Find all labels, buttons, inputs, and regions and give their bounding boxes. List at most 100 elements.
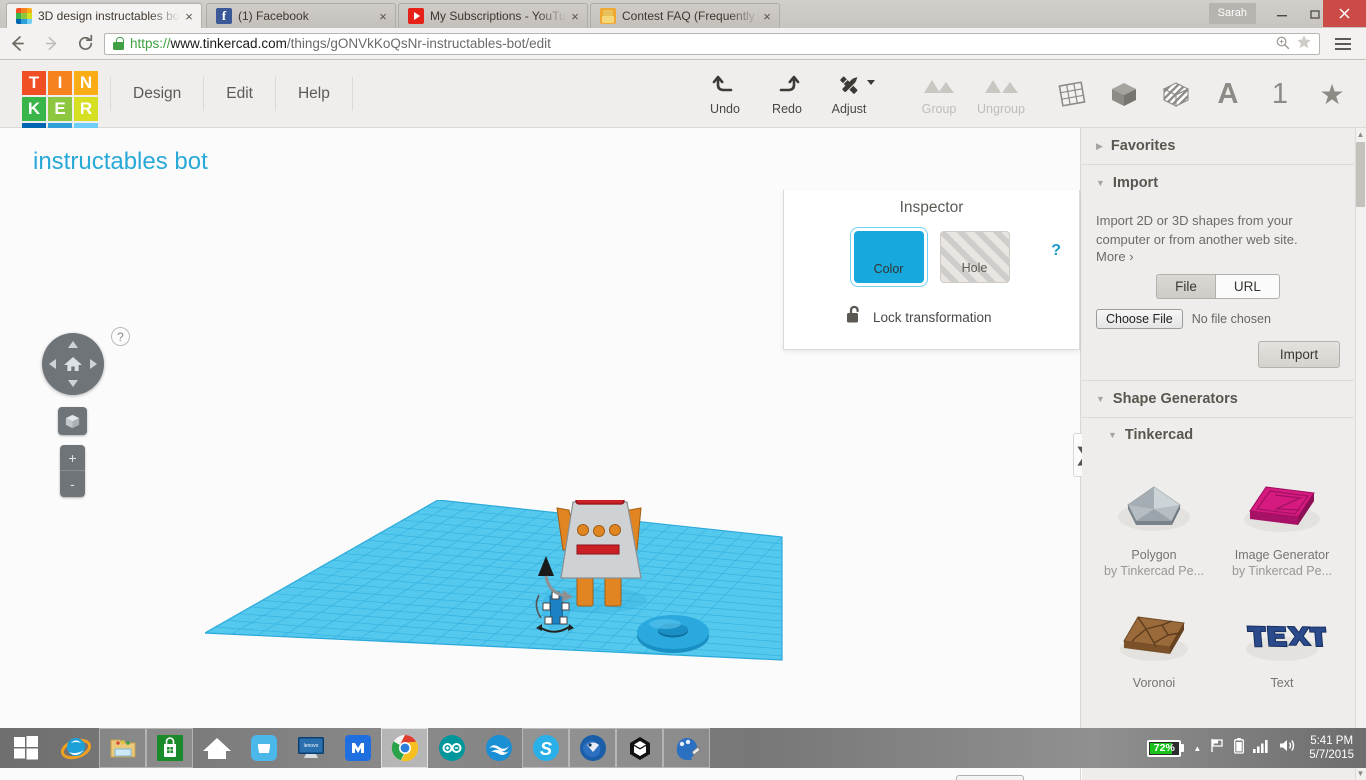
color-swatch[interactable]: Color	[850, 228, 927, 286]
workplane[interactable]	[202, 461, 785, 696]
sidebar-section-shape-generators[interactable]: ▼ Shape Generators	[1082, 380, 1354, 418]
maxthon-icon[interactable]	[334, 728, 381, 768]
battery-percent-indicator[interactable]: 72%	[1147, 739, 1185, 757]
paint-icon[interactable]	[663, 728, 710, 768]
logo-cell: K	[22, 97, 46, 121]
tab-close-button[interactable]: ×	[567, 10, 583, 23]
menu-item-design[interactable]: Design	[110, 77, 205, 111]
shape-generator-item[interactable]: Image Generator by Tinkercad Pe...	[1218, 456, 1346, 584]
home-icon[interactable]	[193, 728, 240, 768]
group-button[interactable]: Group	[908, 72, 970, 116]
generator-name: Image Generator	[1234, 548, 1330, 562]
libreoffice-icon[interactable]	[475, 728, 522, 768]
arrow-right-icon[interactable]	[90, 359, 97, 369]
choose-file-button[interactable]: Choose File	[1096, 309, 1183, 329]
import-tab-file[interactable]: File	[1156, 274, 1215, 299]
instructables-icon	[600, 8, 616, 24]
voronoi-icon	[1094, 594, 1214, 672]
edit-toolbar: Undo Redo Adjust Group Ungroup	[694, 72, 1032, 116]
inspector-help-button[interactable]: ?	[1051, 242, 1061, 260]
shape-generator-group-tinkercad[interactable]: ▼ Tinkercad	[1082, 418, 1354, 452]
tab-strip: 3D design instructables bo × f (1) Faceb…	[0, 0, 1366, 28]
view-navigation-disk[interactable]	[42, 333, 104, 395]
home-icon[interactable]	[63, 354, 83, 374]
scrollbar-thumb[interactable]	[1356, 142, 1365, 207]
arrow-down-icon[interactable]	[68, 380, 78, 387]
tab-close-button[interactable]: ×	[375, 10, 391, 23]
arduino-icon[interactable]	[428, 728, 475, 768]
internet-explorer-icon[interactable]	[52, 728, 99, 768]
windows-taskbar: lenovo S 72% ▲ 5:41 PM 5/7/2015	[0, 728, 1366, 768]
speaker-icon[interactable]	[1279, 738, 1296, 758]
unity-icon[interactable]	[616, 728, 663, 768]
windows-store-icon[interactable]	[146, 728, 193, 768]
sidebar-section-favorites[interactable]: ▶ Favorites	[1082, 128, 1354, 165]
lock-transformation-row[interactable]: Lock transformation	[846, 305, 1079, 329]
workplane-grid-icon[interactable]	[1054, 74, 1090, 114]
hole-swatch[interactable]: Hole	[939, 231, 1010, 283]
star-icon[interactable]	[1293, 34, 1315, 53]
file-explorer-icon[interactable]	[99, 728, 146, 768]
lenovo-icon[interactable]: lenovo	[287, 728, 334, 768]
thunderbird-icon[interactable]	[569, 728, 616, 768]
menu-item-help[interactable]: Help	[276, 77, 353, 111]
text-a-icon[interactable]: A	[1210, 74, 1246, 114]
view-help-button[interactable]: ?	[111, 327, 130, 346]
hamburger-menu-icon[interactable]	[1326, 28, 1360, 60]
scroll-down-arrow-icon[interactable]: ▼	[1356, 769, 1365, 778]
shape-generator-item[interactable]: Text	[1218, 584, 1346, 696]
fit-to-view-cube-icon[interactable]	[58, 407, 87, 435]
window-minimize-button[interactable]	[1265, 0, 1298, 27]
back-arrow-icon[interactable]	[0, 28, 34, 60]
undo-button[interactable]: Undo	[694, 72, 756, 116]
shape-generator-item[interactable]: Polygon by Tinkercad Pe...	[1090, 456, 1218, 584]
open-padlock-icon	[846, 305, 863, 329]
profile-chip[interactable]: Sarah	[1208, 3, 1256, 24]
browser-tab-1[interactable]: f (1) Facebook ×	[206, 3, 396, 28]
shape-generator-item[interactable]: Voronoi	[1090, 584, 1218, 696]
skype-icon[interactable]: S	[522, 728, 569, 768]
browser-tab-0[interactable]: 3D design instructables bo ×	[6, 3, 202, 28]
browser-tab-2[interactable]: My Subscriptions - YouTu ×	[398, 3, 588, 28]
window-close-button[interactable]	[1323, 0, 1366, 27]
solid-cube-icon[interactable]	[1106, 74, 1142, 114]
hole-cube-icon[interactable]	[1158, 74, 1194, 114]
redo-button[interactable]: Redo	[756, 72, 818, 116]
import-body: Import 2D or 3D shapes from your compute…	[1082, 201, 1354, 380]
import-tab-url[interactable]: URL	[1214, 274, 1280, 299]
tab-close-button[interactable]: ×	[181, 10, 197, 23]
edit-grid-button[interactable]: Edit grid	[956, 775, 1024, 780]
chevron-down-icon[interactable]	[867, 80, 875, 85]
wifi-bars-icon[interactable]	[1253, 738, 1270, 758]
zoom-controls[interactable]: + -	[60, 445, 85, 497]
arrow-left-icon[interactable]	[49, 359, 56, 369]
arrow-up-icon[interactable]	[68, 341, 78, 348]
torus-object	[637, 615, 709, 653]
shopping-bag-icon[interactable]	[240, 728, 287, 768]
forward-arrow-icon[interactable]	[34, 28, 68, 60]
sidebar-scrollbar[interactable]: ▲ ▼	[1355, 128, 1366, 780]
adjust-button[interactable]: Adjust	[818, 72, 880, 116]
clock[interactable]: 5:41 PM 5/7/2015	[1305, 734, 1358, 762]
ungroup-button[interactable]: Ungroup	[970, 72, 1032, 116]
show-hidden-icons-arrow[interactable]: ▲	[1193, 744, 1201, 753]
import-more-link[interactable]: More ›	[1096, 249, 1340, 264]
reload-icon[interactable]	[68, 28, 102, 60]
scroll-up-arrow-icon[interactable]: ▲	[1356, 130, 1365, 139]
sidebar-section-import[interactable]: ▼ Import	[1082, 165, 1354, 201]
import-button[interactable]: Import	[1258, 341, 1340, 368]
tab-close-button[interactable]: ×	[759, 10, 775, 23]
address-bar[interactable]: https://www.tinkercad.com/things/gONVkKo…	[104, 32, 1320, 55]
flag-icon[interactable]	[1210, 738, 1225, 758]
number-1-icon[interactable]: 1	[1262, 74, 1298, 114]
zoom-out-button[interactable]: -	[60, 471, 85, 497]
chrome-icon[interactable]	[381, 728, 428, 768]
zoom-in-button[interactable]: +	[60, 445, 85, 471]
favorites-star-icon[interactable]: ★	[1314, 74, 1350, 114]
windows-start-icon[interactable]	[0, 728, 52, 768]
battery-icon[interactable]	[1234, 737, 1245, 759]
design-title[interactable]: instructables bot	[33, 148, 208, 176]
browser-tab-3[interactable]: Contest FAQ (Frequently A ×	[590, 3, 780, 28]
menu-item-edit[interactable]: Edit	[204, 77, 276, 111]
zoom-magnifier-icon[interactable]	[1271, 35, 1293, 53]
